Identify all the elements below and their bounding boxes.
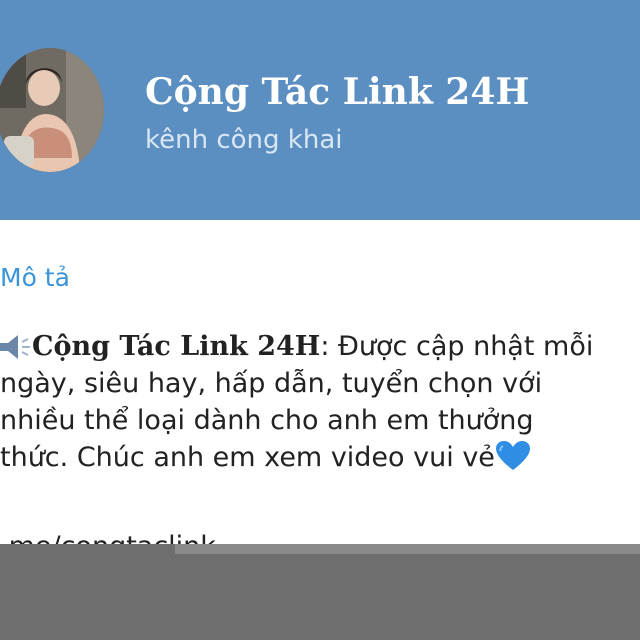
overlay-shade — [175, 544, 640, 554]
description-line-1: Cộng Tác Link 24H: Được cập nhật mỗi — [0, 328, 640, 365]
channel-avatar[interactable] — [0, 48, 104, 172]
channel-title: Cộng Tác Link 24H — [145, 71, 530, 113]
description-channel-name: Cộng Tác Link 24H — [32, 331, 321, 362]
description-text: Cộng Tác Link 24H: Được cập nhật mỗi ngà… — [0, 328, 640, 476]
description-label: Mô tả — [0, 263, 70, 292]
description-line-2: ngày, siêu hay, hấp dẫn, tuyển chọn với — [0, 368, 543, 399]
bottom-overlay — [0, 544, 640, 640]
description-line-4: thức. Chúc anh em xem video vui vẻ — [0, 439, 640, 476]
description-line-1-rest: : Được cập nhật mỗi — [320, 331, 594, 362]
description-line-4-text: thức. Chúc anh em xem video vui vẻ — [0, 442, 495, 473]
channel-subtitle: kênh công khai — [145, 125, 343, 155]
blue-heart-icon — [495, 440, 531, 482]
description-line-3: nhiều thể loại dành cho anh em thưởng — [0, 405, 534, 436]
avatar-photo — [0, 48, 104, 172]
channel-header: Cộng Tác Link 24H kênh công khai — [0, 0, 640, 220]
